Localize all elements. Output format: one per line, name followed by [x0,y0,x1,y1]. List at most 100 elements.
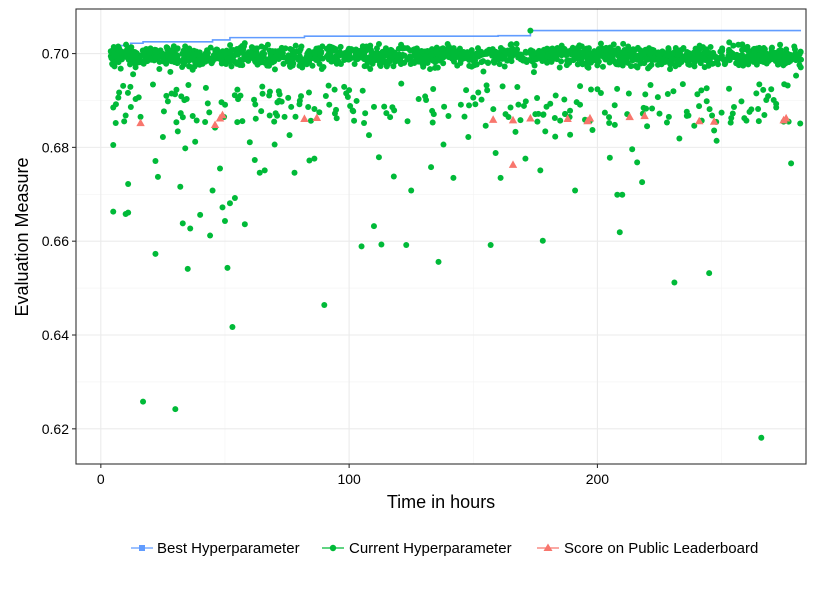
current-hyperparameter-point [204,100,211,107]
current-hyperparameter-point [706,106,713,113]
current-hyperparameter-point [755,118,762,125]
current-hyperparameter-point [461,113,468,120]
current-hyperparameter-point [589,127,596,134]
current-hyperparameter-point [647,50,654,57]
current-hyperparameter-point [788,160,795,167]
current-hyperparameter-point [466,102,473,109]
current-hyperparameter-point [556,64,563,71]
current-hyperparameter-point [311,155,318,162]
current-hyperparameter-point [164,46,171,53]
current-hyperparameter-point [675,48,682,55]
current-hyperparameter-point [285,94,292,101]
current-hyperparameter-point [777,41,784,48]
current-hyperparameter-point [496,61,503,68]
current-hyperparameter-point [269,48,276,55]
current-hyperparameter-point [468,47,475,54]
current-hyperparameter-point [791,46,798,53]
current-hyperparameter-point [539,50,546,57]
current-hyperparameter-point [276,52,283,59]
current-hyperparameter-point [295,55,302,62]
current-hyperparameter-point [152,250,159,257]
current-hyperparameter-point [505,113,512,120]
current-hyperparameter-point [322,92,329,99]
current-hyperparameter-point [741,115,748,122]
current-hyperparameter-point [702,57,709,64]
current-hyperparameter-point [501,48,508,55]
current-hyperparameter-point [401,45,408,52]
current-hyperparameter-point [544,53,551,60]
current-hyperparameter-point [797,64,804,71]
current-hyperparameter-point [508,58,515,65]
current-hyperparameter-point [219,204,226,211]
current-hyperparameter-point [762,54,769,61]
current-hyperparameter-point [398,80,405,87]
current-hyperparameter-point [197,57,204,64]
current-hyperparameter-point [201,52,208,59]
current-hyperparameter-point [719,47,726,54]
current-hyperparameter-point [567,107,574,114]
current-hyperparameter-point [243,51,250,58]
current-hyperparameter-point [654,94,661,101]
current-hyperparameter-point [259,83,266,90]
legend-item-current: Current Hyperparameter [322,540,512,557]
current-hyperparameter-point [784,82,791,89]
current-hyperparameter-point [359,43,366,50]
current-hyperparameter-point [271,118,278,125]
current-hyperparameter-point [401,52,408,59]
current-hyperparameter-point [483,82,490,89]
current-hyperparameter-point [248,44,255,51]
current-hyperparameter-point [698,87,705,94]
legend-label-best: Best Hyperparameter [157,540,300,557]
current-hyperparameter-point [739,58,746,65]
current-hyperparameter-point [325,82,332,89]
current-hyperparameter-point [734,56,741,63]
legend-label-leaderboard: Score on Public Leaderboard [564,540,758,557]
current-hyperparameter-point [365,132,372,139]
current-hyperparameter-point [634,159,641,166]
current-hyperparameter-point [179,114,186,121]
current-hyperparameter-point [275,88,282,95]
current-hyperparameter-point [558,58,565,65]
current-hyperparameter-point [231,92,238,99]
current-hyperparameter-point [305,104,312,111]
current-hyperparameter-point [656,110,663,117]
current-hyperparameter-point [331,86,338,93]
current-hyperparameter-point [606,154,613,161]
current-hyperparameter-point [141,57,148,64]
current-hyperparameter-point [311,106,318,113]
current-hyperparameter-point [258,108,265,115]
current-hyperparameter-point [217,165,224,172]
current-hyperparameter-point [372,53,379,60]
current-hyperparameter-point [122,112,129,119]
current-hyperparameter-point [663,119,670,126]
current-hyperparameter-point [499,83,506,90]
current-hyperparameter-point [707,43,714,50]
current-hyperparameter-point [501,63,508,70]
current-hyperparameter-point [344,94,351,101]
y-tick-label: 0.70 [42,46,69,62]
current-hyperparameter-point [188,64,195,71]
current-hyperparameter-point [567,131,574,138]
current-hyperparameter-point [721,61,728,68]
current-hyperparameter-point [523,58,530,65]
current-hyperparameter-point [746,108,753,115]
current-hyperparameter-point [584,58,591,65]
current-hyperparameter-point [125,180,132,187]
current-hyperparameter-point [174,128,181,135]
current-hyperparameter-point [180,61,187,68]
current-hyperparameter-point [327,43,334,50]
y-tick-label: 0.62 [42,421,69,437]
current-hyperparameter-point [711,127,718,134]
current-hyperparameter-point [174,60,181,67]
current-hyperparameter-point [216,52,223,59]
current-hyperparameter-point [522,155,529,162]
current-hyperparameter-point [234,86,241,93]
current-hyperparameter-point [271,66,278,73]
current-hyperparameter-point [209,187,216,194]
current-hyperparameter-point [177,183,184,190]
current-hyperparameter-point [261,167,268,174]
current-hyperparameter-point [665,113,672,120]
current-hyperparameter-point [342,54,349,61]
current-hyperparameter-point [606,114,613,121]
legend-item-leaderboard: Score on Public Leaderboard [537,540,758,557]
